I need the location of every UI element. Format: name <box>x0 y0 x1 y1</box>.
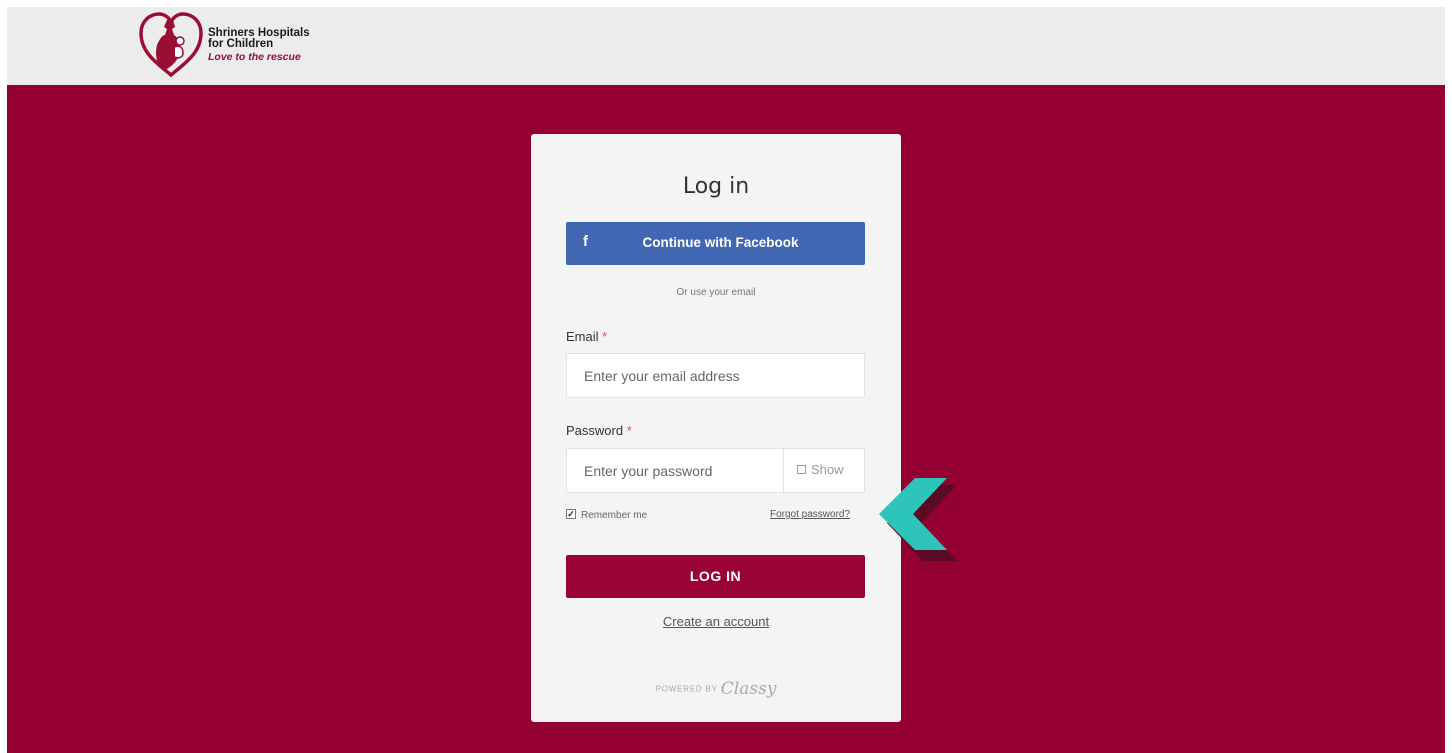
password-input[interactable] <box>567 449 783 492</box>
required-marker: * <box>602 329 608 344</box>
heart-logo-icon <box>139 12 203 78</box>
password-label-text: Password <box>566 423 624 438</box>
checkbox-checked-icon[interactable]: ✓ <box>566 509 576 520</box>
site-header: Shriners Hospitals for Children Love to … <box>7 7 1445 85</box>
checkbox-icon[interactable] <box>797 465 806 475</box>
forgot-password-link[interactable]: Forgot password? <box>770 509 850 520</box>
logo-name-line2: for Children <box>208 38 274 50</box>
password-field: Show <box>566 448 865 493</box>
email-input[interactable] <box>566 353 865 398</box>
email-label: Email * <box>566 329 607 344</box>
continue-with-facebook-button[interactable]: f Continue with Facebook <box>566 222 865 265</box>
powered-by-classy: POWERED BY Classy <box>531 679 901 699</box>
facebook-button-label: Continue with Facebook <box>642 235 799 250</box>
logo-text: Shriners Hospitals for Children Love to … <box>208 27 310 63</box>
powered-by-text: POWERED BY <box>655 684 718 694</box>
create-account-link[interactable]: Create an account <box>531 614 901 629</box>
required-marker: * <box>626 423 632 438</box>
pointer-arrow-icon <box>879 478 957 561</box>
classy-brand: Classy <box>720 679 777 699</box>
email-label-text: Email <box>566 329 599 344</box>
show-password-label: Show <box>811 462 844 477</box>
or-use-email-text: Or use your email <box>676 287 756 298</box>
shriners-logo[interactable]: Shriners Hospitals for Children Love to … <box>137 11 377 81</box>
logo-tagline: Love to the rescue <box>208 51 301 63</box>
page-frame: Shriners Hospitals for Children Love to … <box>7 7 1445 753</box>
remember-me-label: Remember me <box>581 510 648 521</box>
show-password-toggle[interactable]: Show <box>797 462 844 477</box>
login-title: Log in <box>682 174 750 199</box>
main-background: Log in f Continue with Facebook Or use y… <box>7 85 1445 753</box>
password-divider <box>783 449 784 492</box>
login-card: Log in f Continue with Facebook Or use y… <box>531 134 901 722</box>
remember-me-checkbox[interactable]: ✓ Remember me <box>566 509 648 521</box>
password-label: Password * <box>566 423 632 438</box>
log-in-button[interactable]: LOG IN <box>566 555 865 598</box>
